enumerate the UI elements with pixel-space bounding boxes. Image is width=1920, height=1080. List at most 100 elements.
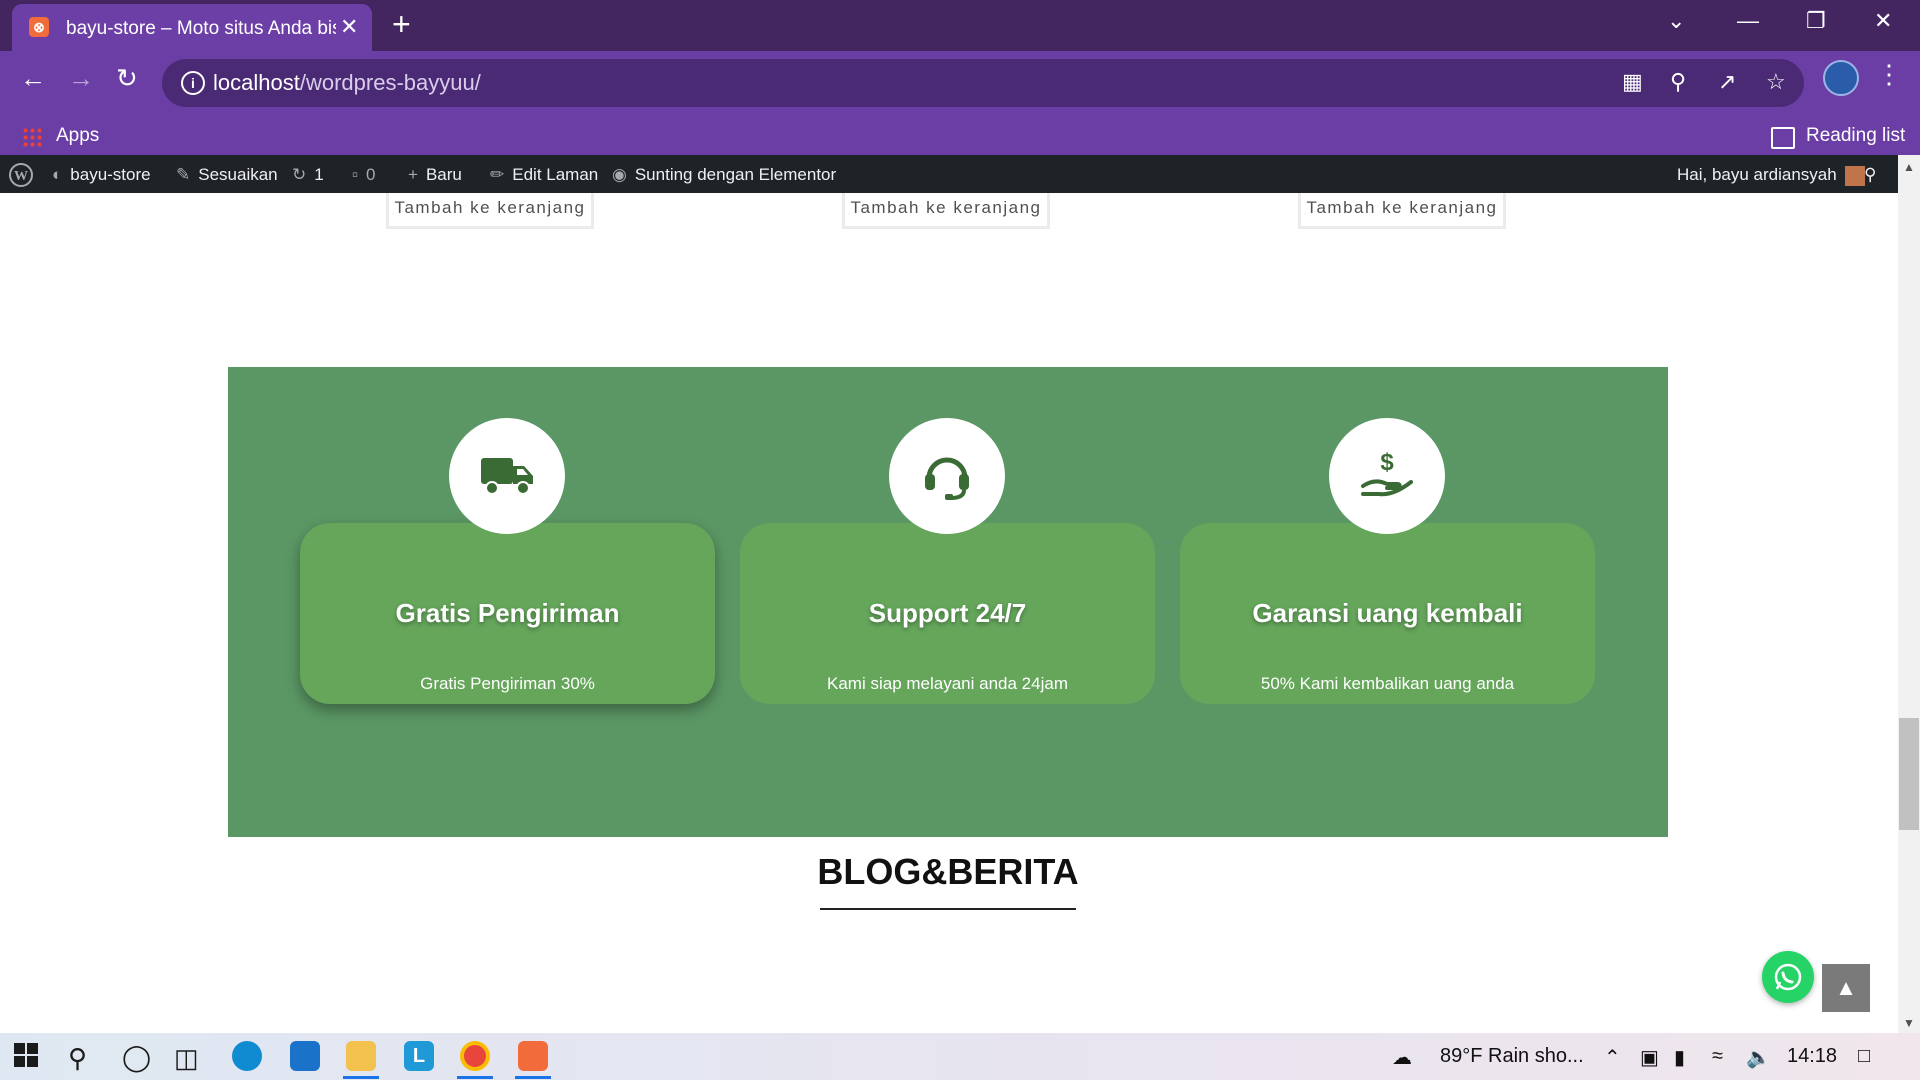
customize-label: Sesuaikan [198,165,278,184]
url-host: localhost [213,70,300,95]
meet-now-icon[interactable]: ▣ [1640,1045,1659,1070]
chevron-up-icon: ▲ [1835,975,1857,1000]
truck-icon [449,418,565,534]
page-scrollbar[interactable] [1898,155,1920,1033]
comment-icon: ▫ [352,165,359,184]
restore-button[interactable]: ❐ [1806,8,1826,34]
volume-icon[interactable]: 🔈 [1746,1045,1771,1070]
notification-icon[interactable]: □ [1858,1045,1870,1068]
reading-list-button[interactable]: Reading list [1806,125,1905,147]
whatsapp-chat-button[interactable] [1762,951,1814,1003]
reading-list-icon[interactable] [1771,127,1795,149]
admin-account-link[interactable]: Hai, bayu ardiansyah [1677,165,1866,186]
feature-desc: Gratis Pengiriman 30% [420,674,595,693]
scrollbar-thumb[interactable] [1899,718,1919,830]
tab-search-icon[interactable]: ⌄ [1667,8,1685,34]
feature-desc: Kami siap melayani anda 24jam [827,674,1068,693]
url-path: /wordpres-bayyuu/ [299,70,481,95]
browser-tab[interactable]: ⊗ bayu-store – Moto situs Anda bis ✕ [12,4,372,51]
feature-card-money-back[interactable]: Garansi uang kembali 50% Kami kembalikan… [1180,523,1595,704]
admin-comments-link[interactable]: ▫ 0 [352,165,376,185]
wp-admin-bar: W ◐ bayu-store ✎ Sesuaikan ↻ 1 ▫ 0 + Baru ✏ Ed… [0,155,1898,193]
wifi-icon[interactable]: ≈ [1712,1045,1723,1068]
minimize-button[interactable]: — [1737,8,1759,34]
feature-card-free-shipping[interactable]: Gratis Pengiriman Gratis Pengiriman 30% [300,523,715,704]
feature-title: Gratis Pengiriman [395,598,620,628]
brush-icon: ✎ [176,165,191,184]
windows-start-icon[interactable] [14,1043,38,1074]
close-tab-icon[interactable]: ✕ [340,14,358,40]
feature-title: Support 24/7 [868,598,1027,628]
tray-overflow-icon[interactable]: ⌃ [1604,1045,1621,1070]
back-to-top-button[interactable]: ▲ [1822,964,1870,1012]
scroll-up-arrow-icon[interactable]: ▲ [1903,160,1915,174]
xampp-icon[interactable] [518,1041,548,1071]
admin-new-link[interactable]: + Baru [408,165,462,185]
mail-icon[interactable] [290,1041,320,1071]
task-view-icon[interactable]: ◫ [174,1043,199,1074]
active-app-indicator [457,1076,493,1079]
edge-icon[interactable] [232,1041,262,1071]
edit-page-label: Edit Laman [512,165,599,184]
tab-title: bayu-store – Moto situs Anda bis [66,18,336,39]
launcher-app-icon[interactable]: L [404,1041,434,1071]
new-tab-button[interactable]: + [392,6,411,43]
user-avatar [1845,165,1866,186]
new-label: Baru [425,165,462,184]
add-to-cart-button[interactable]: Tambah ke keranjang [1298,193,1506,229]
elementor-icon: ◉ [612,165,627,184]
share-icon[interactable]: ↗ [1718,69,1736,95]
feature-card-support[interactable]: Support 24/7 Kami siap melayani anda 24j… [740,523,1155,704]
updates-icon: ↻ [292,165,307,184]
close-window-button[interactable]: ✕ [1874,8,1892,34]
browser-toolbar: ← → ↻ i localhost/wordpres-bayyuu/ ▦ ⚲ ↗… [0,51,1920,155]
weather-icon[interactable]: ☁ [1392,1045,1412,1070]
windows-taskbar: ⚲ ◯ ◫ L ☁ 89°F Rain sho... ⌃ ▣ ▮ ≈ 🔈 14:… [0,1033,1920,1080]
blog-heading: BLOG&BERITA [817,851,1079,892]
site-name: bayu-store [70,165,151,184]
dashboard-icon: ◐ [52,165,63,184]
chrome-icon[interactable] [460,1041,490,1071]
site-info-icon[interactable]: i [181,71,205,95]
browser-menu-icon[interactable]: ⋮ [1876,59,1902,90]
profile-avatar[interactable] [1823,60,1859,96]
back-button[interactable]: ← [20,63,46,94]
admin-customize-link[interactable]: ✎ Sesuaikan [176,165,278,185]
pencil-icon: ✏ [490,165,505,184]
feature-title: Garansi uang kembali [1252,598,1523,628]
apps-grid-icon[interactable] [22,127,42,147]
heading-divider [820,908,1076,910]
add-to-cart-button[interactable]: Tambah ke keranjang [386,193,594,229]
svg-text:$: $ [1380,449,1394,476]
apps-bookmark[interactable]: Apps [56,125,99,147]
translate-icon[interactable]: ▦ [1622,69,1643,95]
url-text[interactable]: localhost/wordpres-bayyuu/ [213,70,481,96]
scroll-down-arrow-icon[interactable]: ▼ [1903,1016,1915,1030]
zoom-icon[interactable]: ⚲ [1670,69,1686,95]
bookmarks-bar: Apps Reading list [0,121,1920,151]
svg-text:W: W [14,169,28,184]
wordpress-logo-icon[interactable]: W [8,162,34,193]
address-bar[interactable]: i localhost/wordpres-bayyuu/ ▦ ⚲ ↗ ☆ [162,59,1804,107]
admin-edit-page-link[interactable]: ✏ Edit Laman [490,165,598,185]
clock[interactable]: 14:18 [1787,1045,1837,1068]
active-app-indicator [515,1076,551,1079]
admin-site-link[interactable]: ◐ bayu-store [52,165,151,185]
active-app-indicator [343,1076,379,1079]
weather-widget[interactable]: 89°F Rain sho... [1440,1045,1584,1068]
bookmark-star-icon[interactable]: ☆ [1766,69,1786,95]
elementor-label: Sunting dengan Elementor [634,165,837,184]
file-explorer-icon[interactable] [346,1041,376,1071]
browser-tab-strip: ⊗ bayu-store – Moto situs Anda bis ✕ + ⌄… [0,0,1920,51]
reload-button[interactable]: ↻ [116,63,138,94]
admin-updates-link[interactable]: ↻ 1 [292,165,324,185]
headset-icon [889,418,1005,534]
cortana-icon[interactable]: ◯ [122,1042,151,1073]
search-icon[interactable]: ⚲ [68,1043,87,1074]
admin-search-icon[interactable]: ⚲ [1864,165,1876,185]
add-to-cart-button[interactable]: Tambah ke keranjang [842,193,1050,229]
forward-button[interactable]: → [68,63,94,94]
comments-count: 0 [366,165,376,184]
admin-elementor-link[interactable]: ◉ Sunting dengan Elementor [612,165,836,185]
battery-icon[interactable]: ▮ [1674,1045,1685,1070]
